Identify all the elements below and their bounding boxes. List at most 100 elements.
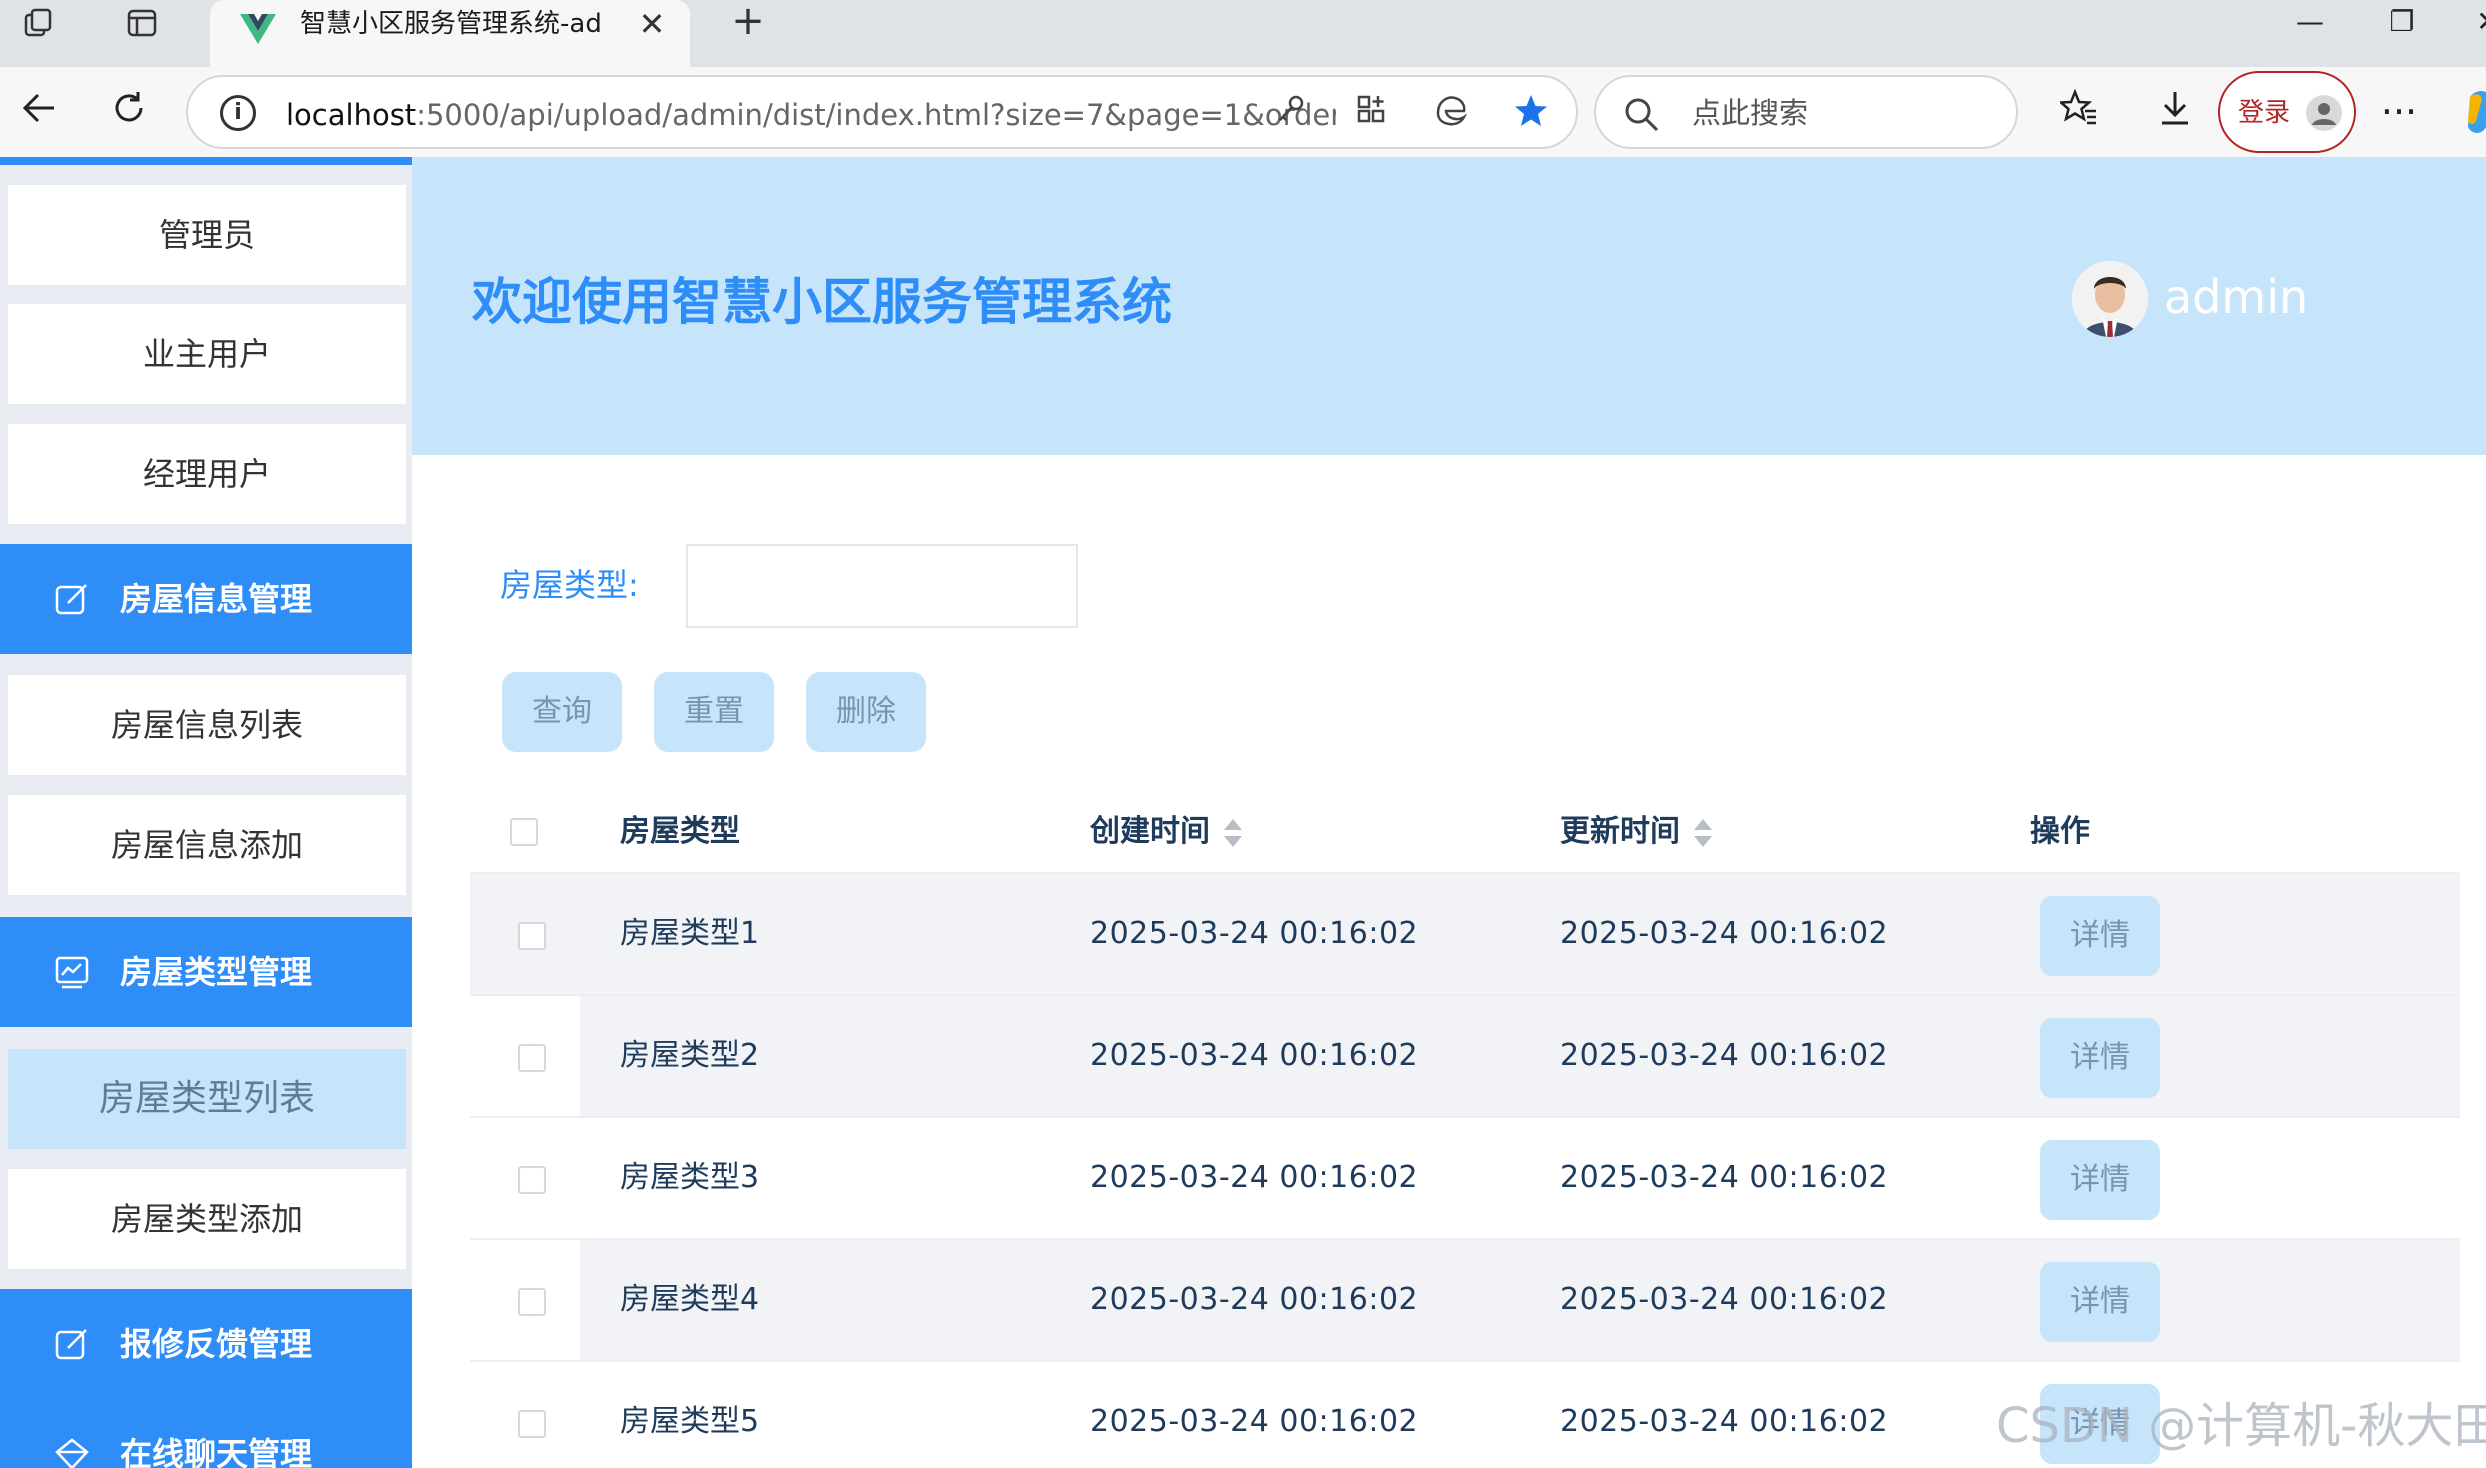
vertical-tabs-icon[interactable] [112,0,172,46]
login-button[interactable]: 登录 [2218,71,2356,153]
delete-button[interactable]: 删除 [806,672,926,752]
sidebar: 管理员 业主用户 经理用户 房屋信息管理 房屋信息列表 房屋信息添加 房屋类型管… [0,157,412,1468]
cell-updated-time: 2025-03-24 00:16:02 [1560,1282,1889,1317]
sidebar-item-manager-users[interactable]: 经理用户 [8,424,406,524]
row-checkbox[interactable] [518,1288,546,1316]
sidebar-item-house-info-add[interactable]: 房屋信息添加 [8,795,406,895]
cell-house-type: 房屋类型2 [620,1038,760,1073]
edit-icon [55,1329,87,1360]
cell-house-type: 房屋类型4 [620,1282,760,1317]
cell-house-type: 房屋类型5 [620,1404,760,1439]
url-host: localhost [286,98,417,132]
column-header-label: 更新时间 [1560,814,1680,849]
close-window-button[interactable]: ✕ [2456,0,2486,46]
watermark: CSDN @计算机-秋大田 [1996,1398,2486,1454]
table-header: 房屋类型 创建时间 更新时间 操作 [470,790,2460,874]
query-button[interactable]: 查询 [502,672,622,752]
browser-tab-bar: 智慧小区服务管理系统-admin ✕ + — ❐ ✕ [0,0,2486,67]
vue-logo-icon [240,14,276,44]
sidebar-group-online-chat[interactable]: 在线聊天管理 [0,1399,412,1468]
house-type-search-input[interactable] [686,544,1078,628]
profile-icon [2306,95,2342,131]
cell-created-time: 2025-03-24 00:16:02 [1090,916,1419,951]
restore-button[interactable]: ❐ [2370,0,2434,46]
column-header-created-time[interactable]: 创建时间 [1090,810,1242,854]
reload-icon[interactable] [104,89,154,135]
search-icon [1625,98,1659,132]
avatar[interactable] [2072,261,2148,337]
cell-house-type: 房屋类型1 [620,916,760,951]
active-tab[interactable]: 智慧小区服务管理系统-admin ✕ [210,0,690,67]
more-icon[interactable]: ··· [2374,89,2424,135]
table-row: 房屋类型2 2025-03-24 00:16:02 2025-03-24 00:… [470,996,2460,1118]
edit-icon [55,584,87,615]
sidebar-group-repair-feedback[interactable]: 报修反馈管理 [0,1289,412,1399]
cell-updated-time: 2025-03-24 00:16:02 [1560,1038,1889,1073]
sidebar-group-label: 在线聊天管理 [120,1435,313,1468]
workspaces-icon[interactable] [10,0,70,46]
header-username[interactable]: admin [2164,267,2308,327]
sidebar-group-house-info[interactable]: 房屋信息管理 [0,544,412,654]
copilot-icon[interactable] [2462,87,2486,137]
url-text[interactable]: localhost:5000/api/upload/admin/dist/ind… [286,95,1336,135]
row-checkbox[interactable] [518,1410,546,1438]
detail-button[interactable]: 详情 [2040,1262,2160,1342]
new-tab-button[interactable]: + [720,0,776,46]
sidebar-item-owner-users[interactable]: 业主用户 [8,304,406,404]
cell-updated-time: 2025-03-24 00:16:02 [1560,1404,1889,1439]
sidebar-item-admin[interactable]: 管理员 [8,185,406,285]
minimize-button[interactable]: — [2278,0,2342,46]
favorite-star-icon[interactable] [1510,93,1552,135]
tab-close-icon[interactable]: ✕ [630,2,674,46]
column-header-updated-time[interactable]: 更新时间 [1560,810,1712,854]
cell-updated-time: 2025-03-24 00:16:02 [1560,1160,1889,1195]
site-info-icon[interactable]: i [220,95,256,131]
search-placeholder: 点此搜索 [1692,96,1809,130]
cell-updated-time: 2025-03-24 00:16:02 [1560,916,1889,951]
sidebar-accent-line [0,157,412,165]
reset-button[interactable]: 重置 [654,672,774,752]
apps-icon[interactable] [1350,93,1392,135]
cell-house-type: 房屋类型3 [620,1160,760,1195]
search-box[interactable]: 点此搜索 [1594,75,2018,149]
sort-icon[interactable] [1224,818,1242,847]
table-row: 房屋类型1 2025-03-24 00:16:02 2025-03-24 00:… [470,874,2460,996]
page-title: 欢迎使用智慧小区服务管理系统 [472,273,1172,331]
row-checkbox[interactable] [518,1166,546,1194]
url-path: :5000/api/upload/admin/dist/index.html?s… [416,98,1336,132]
sidebar-item-house-info-list[interactable]: 房屋信息列表 [8,675,406,775]
row-checkbox[interactable] [518,922,546,950]
column-header-house-type: 房屋类型 [620,814,740,849]
detail-button[interactable]: 详情 [2040,1018,2160,1098]
detail-button[interactable]: 详情 [2040,896,2160,976]
detail-button[interactable]: 详情 [2040,1140,2160,1220]
chart-icon [55,956,89,989]
table-row: 房屋类型4 2025-03-24 00:16:02 2025-03-24 00:… [470,1240,2460,1362]
diamond-icon [55,1438,89,1468]
cell-created-time: 2025-03-24 00:16:02 [1090,1404,1419,1439]
tab-title: 智慧小区服务管理系统-admin [300,9,600,39]
column-header-label: 创建时间 [1090,814,1210,849]
key-icon[interactable] [1270,93,1312,135]
favorites-icon[interactable] [2054,88,2104,135]
filter-label-house-type: 房屋类型: [500,566,639,604]
cell-created-time: 2025-03-24 00:16:02 [1090,1160,1419,1195]
page-header: 欢迎使用智慧小区服务管理系统 admin [412,157,2486,455]
back-icon[interactable] [14,89,64,135]
table-row: 房屋类型3 2025-03-24 00:16:02 2025-03-24 00:… [470,1118,2460,1240]
cell-created-time: 2025-03-24 00:16:02 [1090,1282,1419,1317]
login-label: 登录 [2238,98,2291,128]
address-bar[interactable]: i localhost:5000/api/upload/admin/dist/i… [186,75,1578,149]
sidebar-group-label: 房屋类型管理 [120,953,313,991]
sidebar-item-house-type-list[interactable]: 房屋类型列表 [8,1049,406,1149]
row-checkbox[interactable] [518,1044,546,1072]
user-avatar-icon [2072,261,2148,337]
cell-created-time: 2025-03-24 00:16:02 [1090,1038,1419,1073]
select-all-checkbox[interactable] [510,818,538,846]
sidebar-item-house-type-add[interactable]: 房屋类型添加 [8,1169,406,1269]
edge-icon[interactable] [1430,93,1472,135]
sidebar-group-house-type[interactable]: 房屋类型管理 [0,917,412,1027]
download-icon[interactable] [2150,89,2200,135]
sort-icon[interactable] [1694,818,1712,847]
browser-toolbar: i localhost:5000/api/upload/admin/dist/i… [0,67,2486,157]
